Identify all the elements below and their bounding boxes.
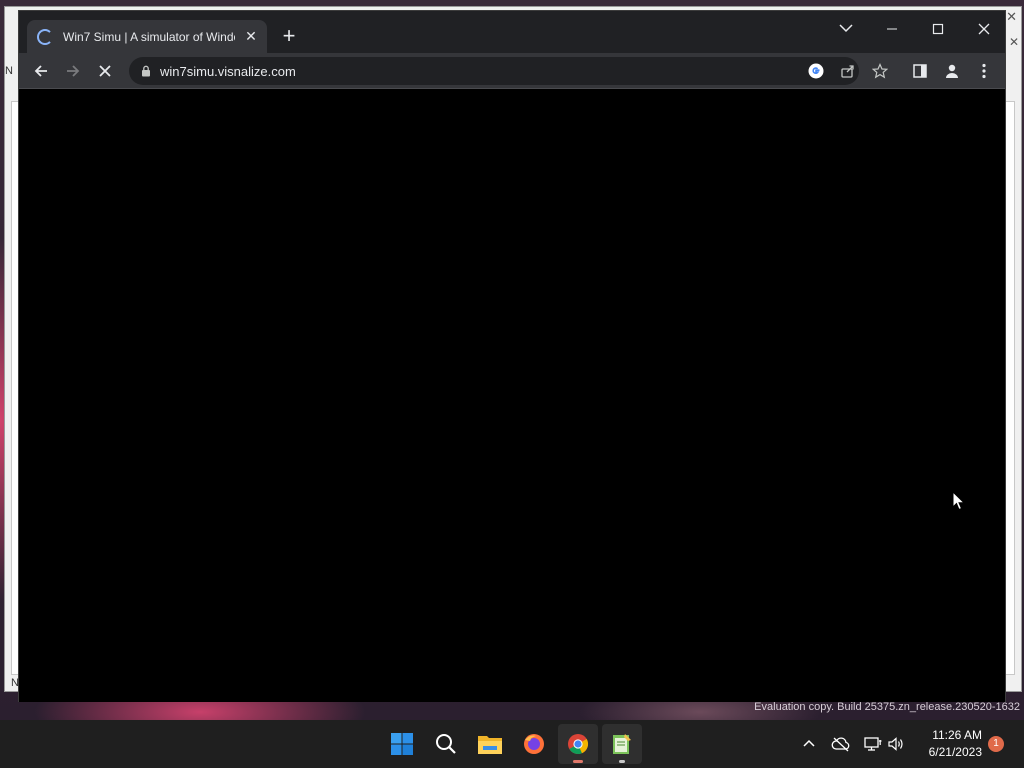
notification-badge[interactable]: 1 (988, 736, 1004, 752)
onedrive-offline-icon[interactable] (829, 732, 853, 756)
windows-logo-icon (391, 733, 413, 755)
maximize-button[interactable] (915, 15, 961, 43)
notepad-icon (613, 734, 631, 754)
volume-icon[interactable] (884, 732, 908, 756)
browser-tab-active[interactable]: Win7 Simu | A simulator of Windows 7 ✕ (27, 20, 267, 53)
tab-title: Win7 Simu | A simulator of Windows 7 (63, 29, 235, 44)
background-window-close-icon[interactable]: ✕ (1006, 9, 1017, 25)
notepad-button[interactable] (602, 724, 642, 764)
show-hidden-icons-chevron[interactable] (797, 732, 821, 756)
stop-loading-button[interactable] (91, 57, 119, 85)
url-text[interactable]: win7simu.visnalize.com (160, 64, 296, 79)
address-bar[interactable]: win7simu.visnalize.com (129, 57, 888, 85)
folder-icon (478, 736, 502, 754)
forward-button[interactable] (59, 57, 87, 85)
profile-avatar-icon[interactable] (938, 57, 966, 85)
page-viewport[interactable] (19, 90, 1005, 702)
browser-toolbar: win7simu.visnalize.com (19, 53, 1005, 89)
taskbar: 11:26 AM 6/21/2023 1 (0, 720, 1024, 768)
network-icon[interactable] (861, 732, 885, 756)
tab-close-icon[interactable]: ✕ (243, 28, 259, 44)
google-lens-icon[interactable] (806, 61, 826, 81)
system-clock[interactable]: 11:26 AM 6/21/2023 (912, 727, 982, 761)
taskbar-search-button[interactable] (426, 724, 466, 764)
side-panel-icon[interactable] (906, 57, 934, 85)
tab-strip: Win7 Simu | A simulator of Windows 7 ✕ + (19, 11, 1005, 53)
background-window-close-icon-secondary[interactable]: ✕ (1009, 35, 1019, 49)
bookmark-star-icon[interactable] (870, 61, 890, 81)
lock-icon[interactable] (141, 65, 151, 77)
more-menu-icon[interactable] (970, 57, 998, 85)
chrome-button[interactable] (558, 724, 598, 764)
loading-spinner-icon (37, 28, 53, 45)
mouse-pointer-icon (952, 491, 966, 511)
file-explorer-button[interactable] (470, 724, 510, 764)
share-icon[interactable] (838, 61, 858, 81)
running-app-indicator (619, 760, 625, 763)
minimize-button[interactable] (869, 15, 915, 43)
firefox-icon (524, 734, 544, 754)
background-window-text: N (5, 65, 13, 77)
active-app-indicator (573, 760, 583, 763)
chrome-icon (568, 734, 589, 755)
evaluation-watermark: Evaluation copy. Build 25375.zn_release.… (754, 701, 1020, 713)
close-window-button[interactable] (961, 15, 1007, 43)
search-icon (436, 734, 456, 754)
back-button[interactable] (27, 57, 55, 85)
tab-search-chevron-icon[interactable] (837, 19, 855, 37)
firefox-button[interactable] (514, 724, 554, 764)
windows-start-button[interactable] (382, 724, 422, 764)
new-tab-button[interactable]: + (277, 25, 301, 49)
clock-time: 11:26 AM (932, 728, 982, 742)
clock-date: 6/21/2023 (928, 745, 982, 759)
chrome-window: Win7 Simu | A simulator of Windows 7 ✕ + (18, 10, 1006, 702)
